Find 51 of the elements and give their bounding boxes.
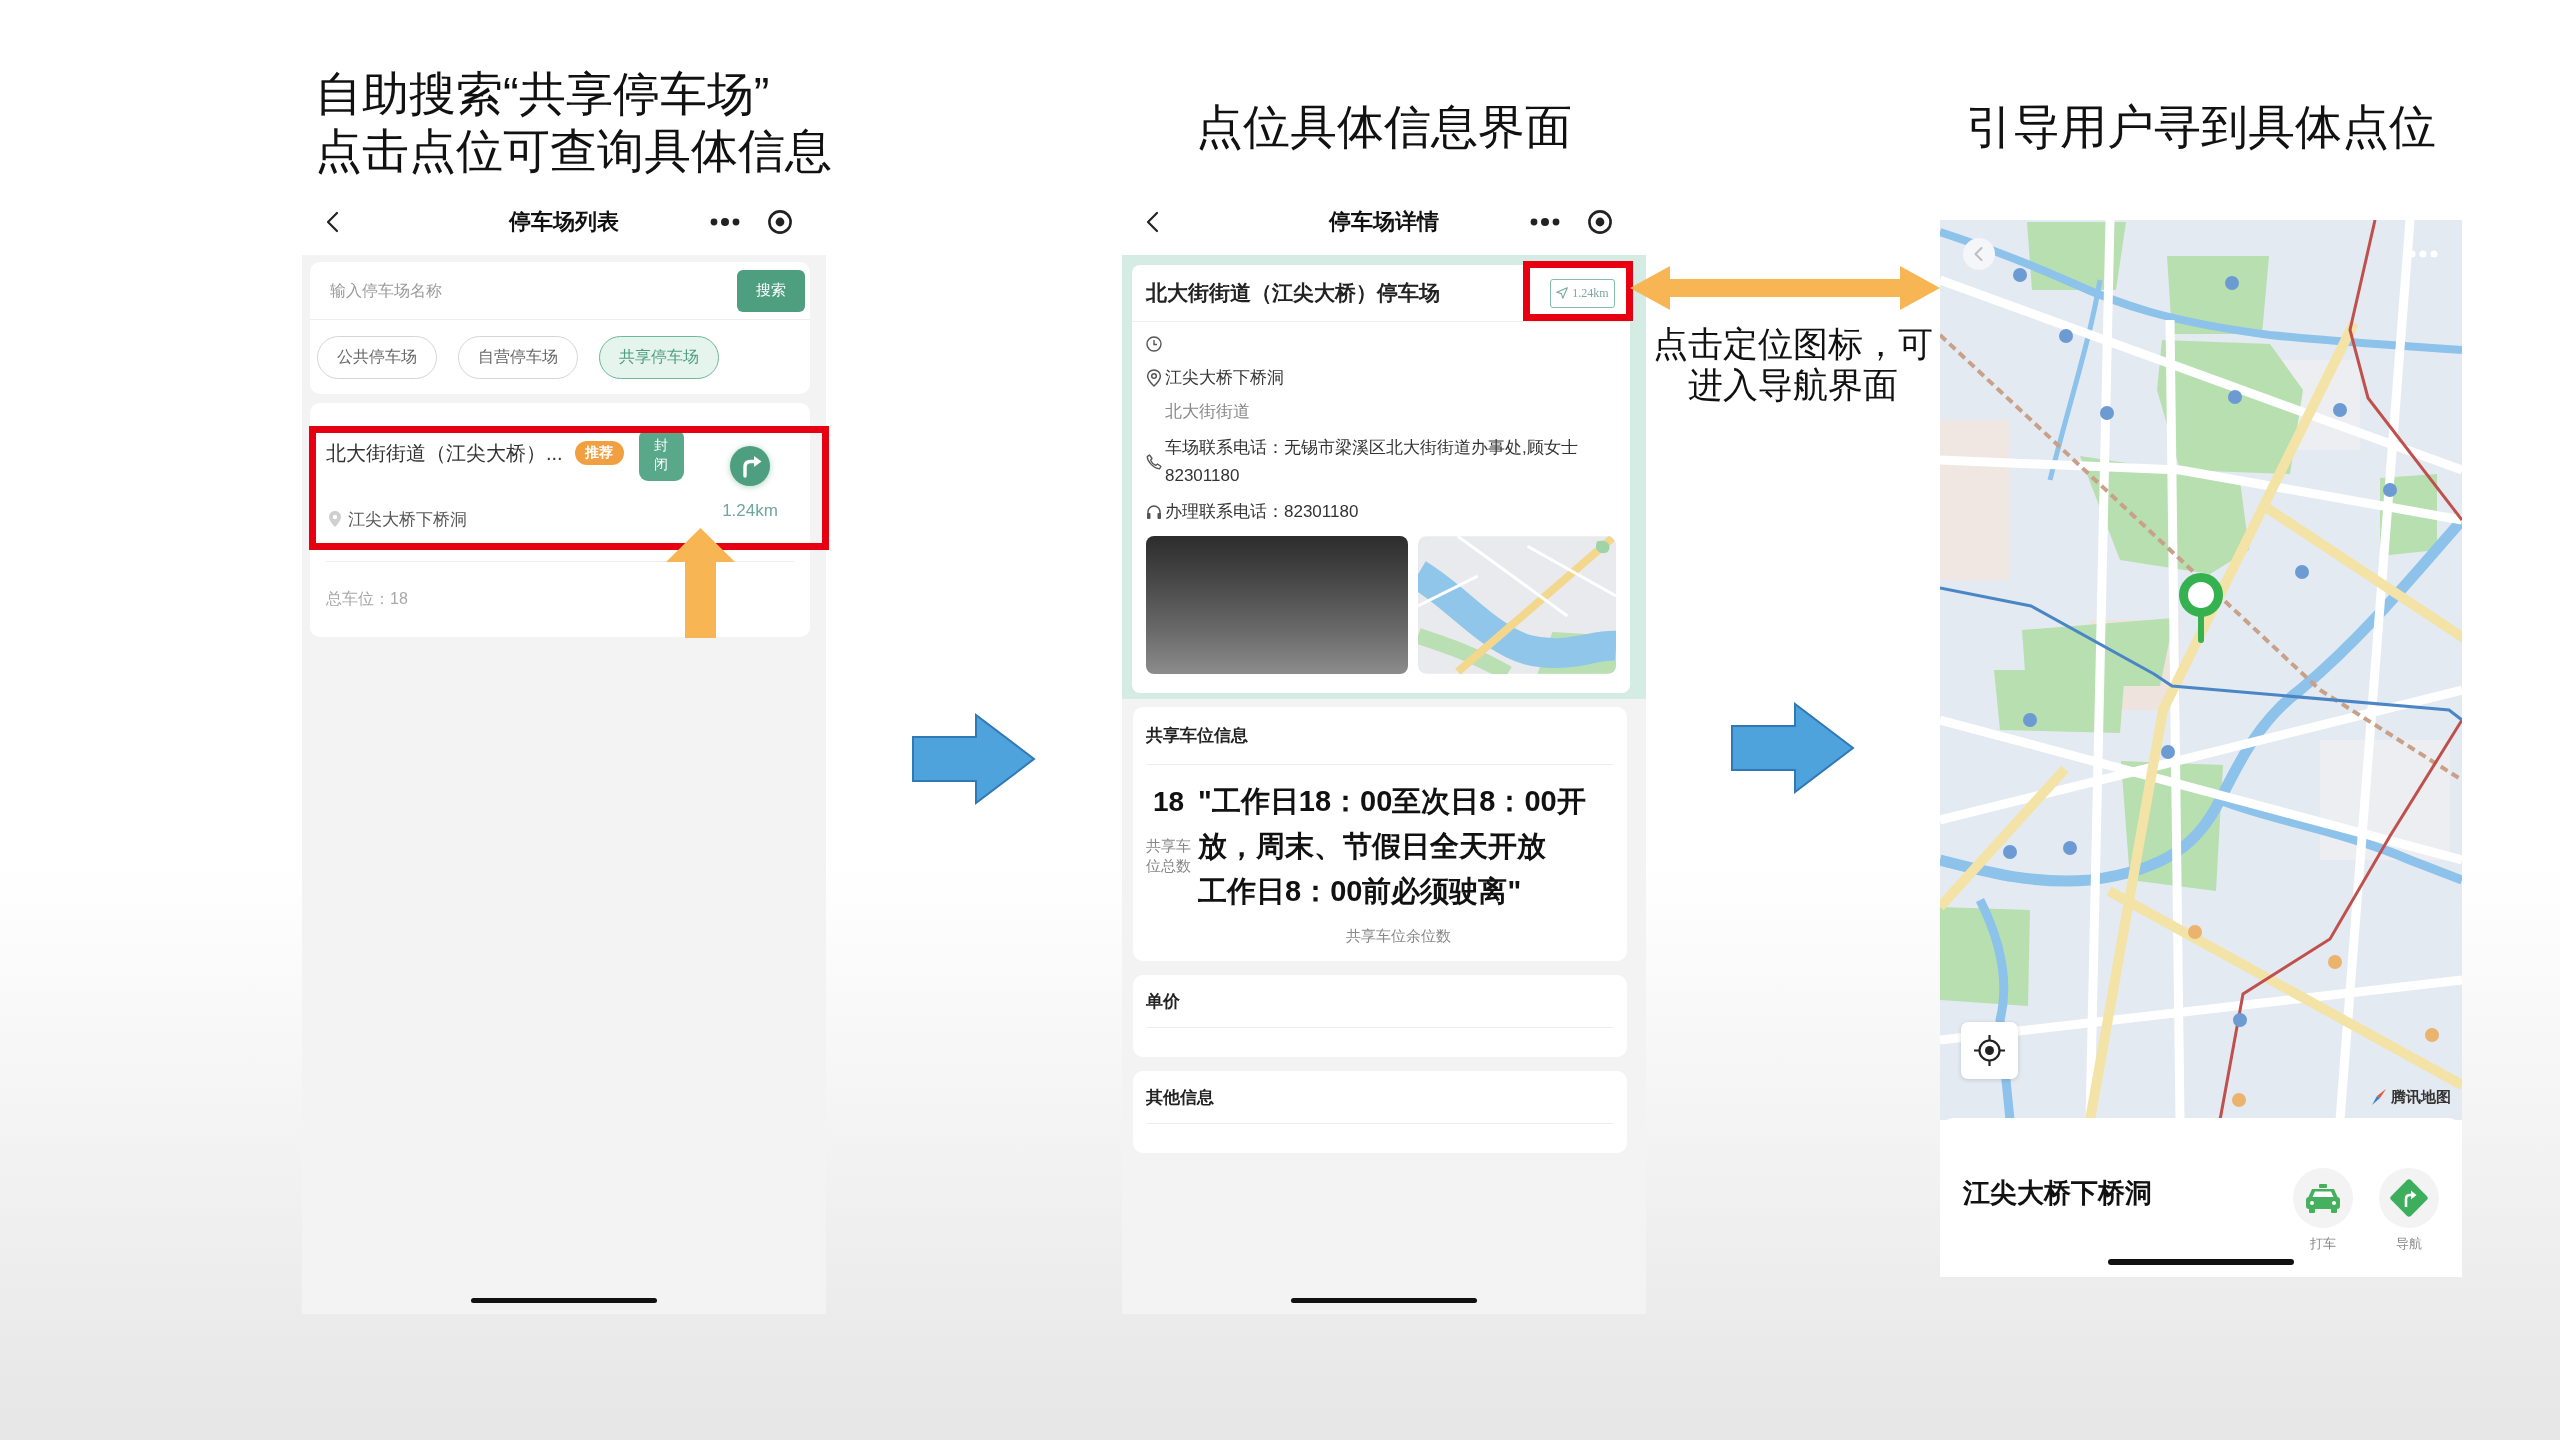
address-text: 江尖大桥下桥洞 [348, 508, 467, 531]
circle-dot-icon[interactable] [768, 209, 792, 234]
distance-text: 1.24km [722, 500, 778, 522]
annotation-text: 点击定位图标，可进入导航界面 [1652, 323, 1934, 405]
service-phone-text: 办理联系电话：82301180 [1165, 501, 1359, 523]
parking-name[interactable]: 北大街街道（江尖大桥）... [326, 439, 563, 467]
recommend-badge: 推荐 [574, 441, 624, 465]
page-title: 停车场列表 [509, 207, 619, 236]
locate-icon[interactable] [1961, 1022, 2018, 1079]
clock-icon [1146, 336, 1162, 352]
navigation-arrow-icon [1556, 287, 1569, 299]
total-label: 共享车位总数 [1146, 836, 1191, 876]
taxi-button[interactable]: 打车 [2293, 1168, 2353, 1254]
address-detail: 北大街街道 [1165, 401, 1250, 423]
slide-caption: 自助搜索“共享停车场” 点击点位可查询具体信息 [315, 66, 832, 179]
back-icon[interactable] [326, 210, 339, 233]
slide-caption: 点位具体信息界面 [1196, 99, 1572, 155]
turn-sign-icon [2379, 1168, 2439, 1228]
more-icon[interactable] [1530, 217, 1560, 226]
phone-text: 车场联系电话：无锡市梁溪区北大街街道办事处,顾女士82301180 [1165, 437, 1579, 487]
circle-dot-icon[interactable] [1588, 209, 1612, 234]
taxi-icon [2293, 1168, 2353, 1228]
parking-name: 北大街街道（江尖大桥）停车场 [1146, 280, 1440, 306]
open-hours-text: "工作日18：00至次日8：00开放，周末、节假日全天开放 [1198, 784, 1587, 864]
total-spaces: 总车位：18 [326, 589, 408, 609]
more-icon[interactable] [710, 217, 740, 226]
navigate-button[interactable]: 导航 [2379, 1168, 2439, 1254]
back-icon[interactable] [1146, 210, 1159, 233]
location-pin-icon [1146, 369, 1162, 387]
filter-chip[interactable]: 共享停车场 [599, 336, 719, 379]
distance-button[interactable]: 1.24km [1550, 278, 1615, 308]
search-button[interactable]: 搜索 [737, 269, 805, 312]
open-hours-text: 工作日8：00前必须驶离" [1198, 874, 1522, 909]
total-count: 18 [1152, 785, 1185, 819]
place-name: 江尖大桥下桥洞 [1963, 1177, 2152, 1210]
section-title: 共享车位信息 [1146, 725, 1248, 747]
remaining-label: 共享车位余位数 [1345, 926, 1451, 946]
search-field[interactable]: 输入停车场名称 [330, 275, 737, 306]
location-pin-icon [329, 511, 341, 527]
section-title: 其他信息 [1146, 1086, 1214, 1109]
filter-chip[interactable]: 公共停车场 [317, 336, 437, 379]
map-attribution: 腾讯地图 [2391, 1087, 2451, 1107]
section-title: 单价 [1146, 990, 1180, 1013]
map-pin-icon [2179, 573, 2223, 643]
slide-caption: 引导用户寻到具体点位 [1966, 99, 2436, 155]
filter-chip[interactable]: 自营停车场 [458, 336, 578, 379]
compass-needle-icon [2371, 1088, 2387, 1106]
phone-icon [1146, 454, 1162, 470]
page-title: 停车场详情 [1329, 207, 1439, 236]
address-text: 江尖大桥下桥洞 [1165, 367, 1284, 389]
headset-icon [1146, 504, 1162, 520]
